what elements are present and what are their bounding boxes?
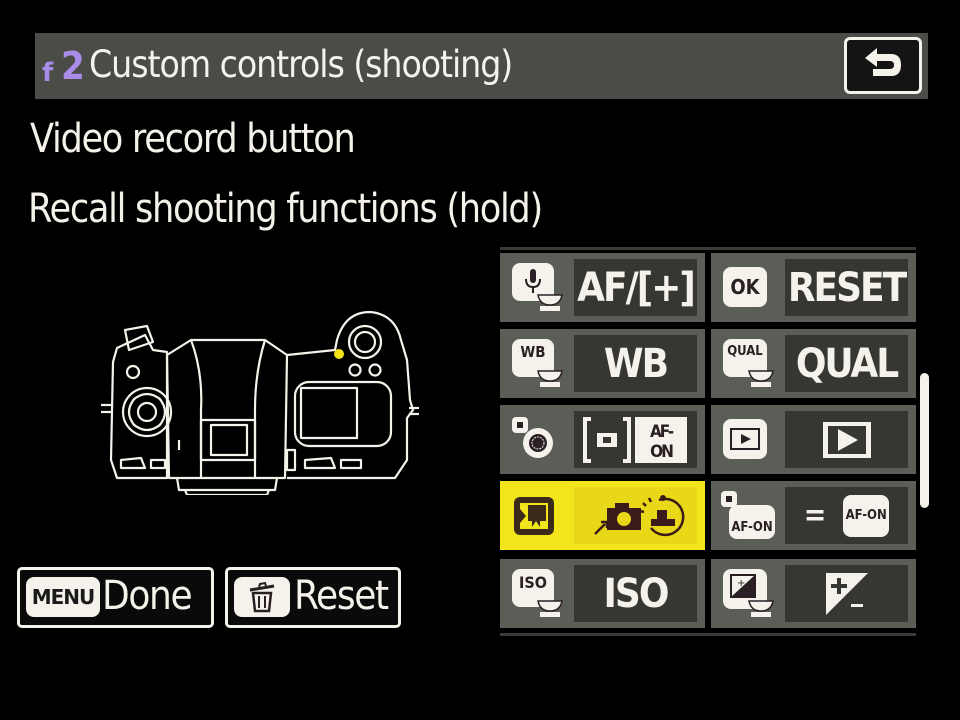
grid-cell-af-on-button[interactable]: AF-ON = AF-ON — [711, 481, 916, 550]
menu-key-icon: MENU — [26, 577, 100, 617]
cell-value: AF/[+] — [574, 259, 697, 316]
grid-cell-ok-button[interactable]: OK RESET — [711, 253, 916, 322]
iso-press-dial-icon: ISO — [512, 569, 564, 617]
grid-cell-exposure-comp-button[interactable]: + — [711, 559, 916, 628]
playback-icon — [822, 421, 871, 458]
done-button[interactable]: MENU Done — [17, 567, 214, 628]
control-name: Video record button — [30, 116, 356, 162]
cell-value: QUAL — [785, 335, 908, 392]
grid-top-divider — [500, 247, 916, 250]
done-label: Done — [102, 573, 193, 619]
grid-bottom-divider — [500, 633, 916, 636]
camera-top-view-diagram — [101, 310, 419, 495]
cell-value — [785, 411, 908, 468]
scrollbar-thumb[interactable] — [920, 373, 929, 508]
grid-cell-video-record-button[interactable] — [500, 481, 705, 550]
video-record-button-icon — [512, 491, 564, 537]
recall-shooting-functions-hold-icon — [593, 494, 684, 536]
grid-cell-subselector-center[interactable]: AF- ON — [500, 405, 705, 474]
video-record-button-highlight — [334, 349, 344, 359]
cell-value: RESET — [785, 259, 908, 316]
reset-label: Reset — [294, 573, 389, 619]
grid-cell-mic-button[interactable]: AF/[+] — [500, 253, 705, 322]
playback-button-icon — [723, 415, 775, 461]
mic-press-dial-icon — [512, 263, 564, 311]
af-on-value-badge: AF-ON — [843, 494, 890, 537]
svg-text:+: + — [737, 578, 745, 589]
cell-value — [574, 487, 697, 544]
return-arrow-icon — [865, 47, 901, 76]
cell-value — [785, 565, 908, 622]
exposure-compensation-icon — [825, 572, 868, 615]
ok-button-icon: OK — [723, 263, 775, 309]
cell-value: WB — [574, 335, 697, 392]
af-area-af-on-icon: AF- ON — [582, 416, 687, 463]
grid-cell-iso-button[interactable]: ISO ISO — [500, 559, 705, 628]
trash-icon — [234, 577, 290, 617]
menu-section-number: 2 — [61, 44, 85, 88]
reset-button[interactable]: Reset — [225, 567, 401, 628]
af-on-button-icon: AF-ON — [721, 491, 775, 539]
equals-sign: = — [803, 498, 827, 533]
grid-cell-playback-button[interactable] — [711, 405, 916, 474]
wb-press-dial-icon: WB — [512, 339, 564, 387]
subselector-center-icon — [512, 415, 564, 461]
grid-cell-qual-button[interactable]: QUAL QUAL — [711, 329, 916, 398]
svg-text:ON: ON — [650, 442, 673, 462]
cell-value: AF- ON — [574, 411, 697, 468]
cell-value: = AF-ON — [785, 487, 908, 544]
grid-cell-wb-button[interactable]: WB WB — [500, 329, 705, 398]
menu-section-letter: f — [42, 58, 54, 88]
page-title: Custom controls (shooting) — [89, 43, 513, 86]
exposure-comp-press-dial-icon: + — [723, 569, 775, 617]
qual-press-dial-icon: QUAL — [723, 339, 775, 387]
assigned-function: Recall shooting functions (hold) — [28, 186, 543, 232]
svg-text:AF-: AF- — [649, 422, 673, 442]
back-button[interactable] — [844, 37, 922, 94]
cell-value: ISO — [574, 565, 697, 622]
